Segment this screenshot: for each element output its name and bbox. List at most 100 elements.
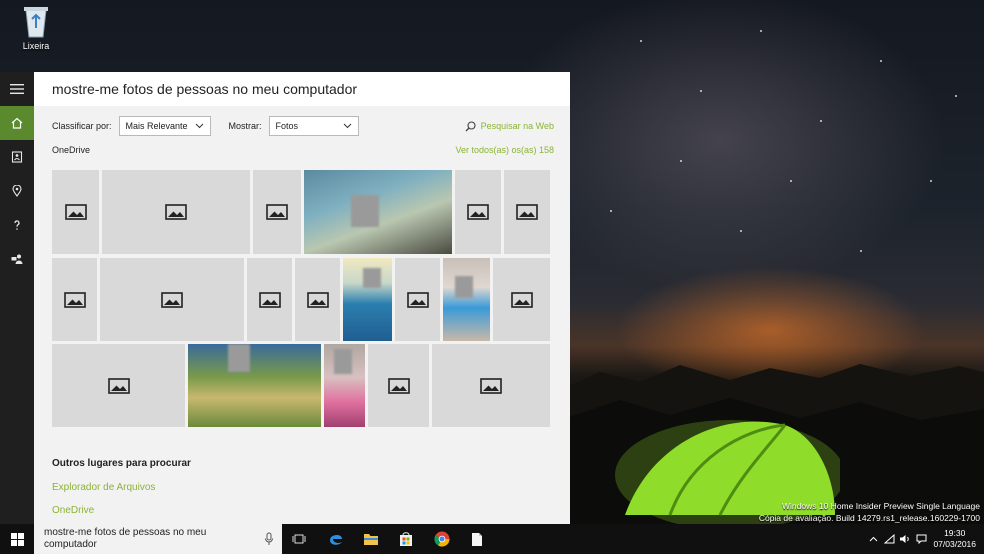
photo-thumbnail-placeholder[interactable] [52, 170, 99, 254]
photo-thumbnail-placeholder[interactable] [395, 258, 440, 341]
edge-icon [330, 534, 342, 545]
chrome-icon [434, 531, 450, 547]
network-button[interactable] [881, 524, 897, 554]
picture-placeholder-icon [480, 377, 502, 394]
feedback-button[interactable] [0, 242, 34, 276]
star [610, 210, 612, 212]
watermark-build: Cópia de avaliação. Build 14279.rs1_rele… [758, 513, 980, 523]
photo-thumbnail-placeholder[interactable] [432, 344, 550, 427]
home-button[interactable] [0, 106, 34, 140]
action-center-button[interactable] [913, 524, 929, 554]
photo-thumbnail-placeholder[interactable] [295, 258, 340, 341]
photo-thumbnail[interactable] [343, 258, 392, 341]
show-value: Fotos [275, 121, 299, 131]
recycle-bin-label: Lixeira [22, 41, 50, 51]
photo-thumbnail-placeholder[interactable] [253, 170, 301, 254]
photo-thumbnail[interactable] [304, 170, 452, 254]
picture-placeholder-icon [161, 291, 183, 308]
photo-thumbnail-placeholder[interactable] [52, 344, 185, 427]
star [880, 60, 882, 62]
photo-thumbnail-placeholder[interactable] [52, 258, 97, 341]
start-button[interactable] [0, 524, 34, 554]
photo-thumbnail[interactable] [443, 258, 490, 341]
reminders-button[interactable] [0, 174, 34, 208]
see-all-link[interactable]: Ver todos(as) os(as) 158 [455, 145, 554, 155]
star [820, 120, 822, 122]
build-watermark: Windows 10 Home Insider Preview Single L… [759, 500, 980, 524]
other-places-title: Outros lugares para procurar [52, 458, 191, 469]
star [860, 250, 862, 252]
picture-placeholder-icon [387, 377, 410, 394]
picture-placeholder-icon [406, 291, 429, 308]
network-icon [883, 534, 895, 544]
taskbar-search-text: mostre-me fotos de pessoas no meu comput… [44, 527, 207, 550]
clock-time: 19:30 [944, 528, 966, 538]
microphone-icon[interactable] [264, 532, 274, 546]
chevron-up-icon [869, 536, 878, 542]
help-button[interactable] [0, 208, 34, 242]
photo-thumbnail-placeholder[interactable] [504, 170, 550, 254]
search-icon [465, 120, 476, 131]
cortana-results-panel: mostre-me fotos de pessoas no meu comput… [34, 72, 570, 524]
picture-placeholder-icon [516, 204, 538, 220]
notification-icon [916, 534, 927, 544]
edge-button[interactable] [326, 529, 346, 549]
photo-thumbnail-placeholder[interactable] [368, 344, 429, 427]
query-title: mostre-me fotos de pessoas no meu comput… [52, 81, 358, 97]
star [790, 180, 792, 182]
photo-thumbnail[interactable] [324, 344, 365, 427]
photo-thumbnail-placeholder[interactable] [247, 258, 292, 341]
task-view-icon [292, 534, 306, 544]
hamburger-icon [10, 84, 24, 94]
web-search-label: Pesquisar na Web [480, 121, 554, 131]
star [760, 30, 762, 32]
file-explorer-link[interactable]: Explorador de Arquivos [52, 482, 155, 493]
picture-placeholder-icon [258, 291, 281, 308]
blurred-face [334, 349, 352, 374]
picture-placeholder-icon [467, 204, 489, 220]
web-search-link[interactable]: Pesquisar na Web [465, 120, 554, 132]
star [955, 95, 957, 97]
filter-bar: Classificar por: Mais Relevante Mostrar:… [52, 115, 554, 137]
show-hidden-icons-button[interactable] [865, 524, 881, 554]
notebook-button[interactable] [0, 140, 34, 174]
onedrive-link[interactable]: OneDrive [52, 505, 94, 516]
blurred-face [363, 268, 381, 288]
store-icon [400, 532, 412, 546]
photo-thumbnail-placeholder[interactable] [100, 258, 244, 341]
photo-thumbnail[interactable] [188, 344, 321, 427]
sort-dropdown[interactable]: Mais Relevante [118, 116, 211, 136]
hamburger-menu-button[interactable] [0, 72, 34, 106]
cortana-sidebar [0, 72, 34, 524]
taskbar: mostre-me fotos de pessoas no meu comput… [0, 524, 984, 554]
volume-icon [900, 535, 910, 543]
recycle-bin[interactable]: Lixeira [14, 4, 58, 51]
document-button[interactable] [467, 529, 487, 549]
recycle-bin-icon [24, 7, 48, 38]
show-dropdown[interactable]: Fotos [268, 116, 359, 136]
volume-button[interactable] [897, 524, 913, 554]
system-tray: 19:30 07/03/2016 [865, 524, 984, 554]
chevron-down-icon [343, 123, 351, 129]
star [640, 40, 642, 42]
clock[interactable]: 19:30 07/03/2016 [929, 528, 984, 550]
picture-placeholder-icon [63, 291, 86, 308]
store-button[interactable] [396, 529, 416, 549]
chrome-button[interactable] [432, 529, 452, 549]
star [680, 160, 682, 162]
chevron-down-icon [195, 123, 203, 129]
photo-thumbnail-placeholder[interactable] [493, 258, 550, 341]
windows-logo-icon [10, 532, 24, 546]
blurred-face [228, 344, 250, 372]
location-icon [12, 185, 22, 197]
taskbar-search-box[interactable]: mostre-me fotos de pessoas no meu comput… [34, 524, 282, 554]
clock-date: 07/03/2016 [933, 539, 976, 549]
feedback-icon [11, 254, 23, 264]
file-explorer-icon [364, 534, 378, 545]
query-header: mostre-me fotos de pessoas no meu comput… [34, 72, 570, 106]
file-explorer-button[interactable] [361, 529, 381, 549]
photo-thumbnail-placeholder[interactable] [455, 170, 501, 254]
task-view-button[interactable] [289, 529, 309, 549]
show-label: Mostrar: [228, 121, 262, 131]
photo-thumbnail-placeholder[interactable] [102, 170, 250, 254]
